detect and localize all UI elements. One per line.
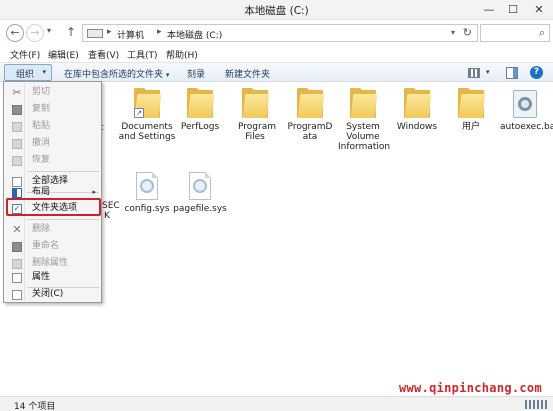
chevron-down-icon: ▾ bbox=[42, 68, 46, 76]
item-label: Program Files bbox=[238, 122, 276, 142]
change-view-icon[interactable] bbox=[468, 68, 480, 78]
menu-file[interactable]: 文件(F) bbox=[10, 48, 40, 61]
title-bar: 本地磁盘 (C:) — ☐ ✕ bbox=[0, 0, 553, 20]
list-item[interactable]: ProgramData bbox=[281, 88, 339, 142]
rename-icon bbox=[12, 242, 22, 252]
partial-item-label: K bbox=[104, 211, 110, 221]
forward-button[interactable]: → bbox=[26, 24, 44, 42]
paste-icon bbox=[12, 122, 22, 132]
scissors-icon: ✂ bbox=[12, 86, 22, 99]
organize-button[interactable]: 组织 ▾ bbox=[4, 64, 52, 81]
list-item[interactable]: autoexec.bat bbox=[496, 88, 553, 132]
folder-icon bbox=[187, 88, 215, 118]
recent-locations-dropdown[interactable]: ▾ bbox=[47, 26, 51, 35]
organize-label: 组织 bbox=[16, 70, 35, 80]
list-item[interactable]: System Volume Information bbox=[334, 88, 392, 152]
menu-item-close[interactable]: 关闭(C) bbox=[5, 286, 101, 303]
remove-properties-icon bbox=[12, 259, 22, 269]
menu-item-cut[interactable]: ✂ 剪切 bbox=[5, 84, 101, 101]
close-window-icon bbox=[12, 290, 22, 300]
properties-icon bbox=[12, 273, 22, 283]
item-label: config.sys bbox=[124, 204, 170, 214]
layout-icon bbox=[12, 188, 22, 198]
breadcrumb-separator[interactable]: ▸ bbox=[157, 27, 162, 37]
search-icon: ⌕ bbox=[538, 26, 545, 39]
folder-options-highlight bbox=[6, 198, 101, 216]
help-icon[interactable]: ? bbox=[530, 66, 543, 79]
menu-help[interactable]: 帮助(H) bbox=[166, 48, 198, 61]
view-toggle-icon[interactable] bbox=[525, 400, 547, 409]
new-folder-button[interactable]: 新建文件夹 bbox=[225, 67, 270, 80]
undo-icon bbox=[12, 139, 22, 149]
redo-icon bbox=[12, 156, 22, 166]
folder-icon bbox=[297, 88, 325, 118]
item-label: Documents and Settings bbox=[118, 122, 176, 142]
system-file-icon bbox=[136, 172, 158, 200]
status-bar: 14 个项目 bbox=[0, 396, 553, 411]
back-button[interactable]: ← bbox=[6, 24, 24, 42]
menu-item-paste[interactable]: 粘贴 bbox=[5, 118, 101, 135]
list-item[interactable]: config.sys bbox=[118, 170, 176, 214]
folder-icon bbox=[458, 88, 486, 118]
up-button[interactable]: ↑ bbox=[66, 25, 76, 39]
folder-icon bbox=[350, 88, 378, 118]
view-dropdown-icon[interactable]: ▾ bbox=[486, 68, 490, 76]
item-label: System Volume Information bbox=[338, 122, 391, 152]
item-label: Windows bbox=[396, 122, 438, 132]
command-bar: 组织 ▾ 在库中包含所选的文件夹 ▾ 刻录 新建文件夹 ▾ ? bbox=[0, 62, 553, 82]
batch-file-icon bbox=[513, 90, 537, 118]
list-item[interactable]: Program Files bbox=[226, 88, 284, 142]
folder-icon bbox=[404, 88, 432, 118]
organize-menu: ✂ 剪切 复制 粘贴 撤消 恢复 全部选择 布局 ▸ ✓ 文件夹选项 ✕ 删除 重命名… bbox=[3, 81, 102, 303]
menu-divider bbox=[27, 219, 99, 220]
list-item[interactable]: pagefile.sys bbox=[171, 170, 229, 214]
folder-shortcut-icon: ↗ bbox=[134, 88, 162, 118]
breadcrumb-separator[interactable]: ▸ bbox=[107, 27, 112, 37]
include-in-library-button[interactable]: 在库中包含所选的文件夹 ▾ bbox=[64, 67, 169, 80]
burn-button[interactable]: 刻录 bbox=[187, 67, 205, 80]
preview-pane-icon[interactable] bbox=[506, 67, 518, 79]
list-item[interactable]: Windows bbox=[388, 88, 446, 132]
refresh-icon[interactable]: ↻ bbox=[463, 26, 472, 39]
include-in-library-label: 在库中包含所选的文件夹 bbox=[64, 70, 164, 80]
window-title: 本地磁盘 (C:) bbox=[244, 5, 309, 17]
item-count: 14 个项目 bbox=[14, 402, 56, 411]
breadcrumb-local-disk[interactable]: 本地磁盘 (C:) bbox=[167, 28, 222, 41]
system-file-icon bbox=[189, 172, 211, 200]
item-label: pagefile.sys bbox=[173, 204, 227, 214]
item-label: PerfLogs bbox=[180, 122, 220, 132]
menu-bar: 文件(F) 编辑(E) 查看(V) 工具(T) 帮助(H) bbox=[0, 46, 553, 62]
address-bar[interactable]: ▸ 计算机 ▸ 本地磁盘 (C:) ▾ ↻ bbox=[82, 24, 478, 42]
list-item[interactable]: PerfLogs bbox=[171, 88, 229, 132]
folder-icon bbox=[242, 88, 270, 118]
menu-tools[interactable]: 工具(T) bbox=[127, 48, 158, 61]
menu-item-rename[interactable]: 重命名 bbox=[5, 238, 101, 255]
menu-item-delete[interactable]: ✕ 删除 bbox=[5, 221, 101, 238]
list-item[interactable]: 用户 bbox=[442, 88, 500, 132]
menu-view[interactable]: 查看(V) bbox=[88, 48, 119, 61]
item-label: autoexec.bat bbox=[500, 122, 553, 132]
list-item[interactable]: ↗ Documents and Settings bbox=[118, 88, 176, 142]
maximize-button[interactable]: ☐ bbox=[501, 0, 525, 20]
breadcrumb-computer[interactable]: 计算机 bbox=[117, 28, 144, 41]
menu-item-copy[interactable]: 复制 bbox=[5, 101, 101, 118]
address-dropdown-icon[interactable]: ▾ bbox=[451, 28, 455, 37]
item-label: ProgramData bbox=[287, 122, 333, 142]
menu-item-redo[interactable]: 恢复 bbox=[5, 152, 101, 169]
menu-edit[interactable]: 编辑(E) bbox=[48, 48, 79, 61]
close-button[interactable]: ✕ bbox=[525, 0, 553, 20]
drive-icon bbox=[87, 29, 103, 38]
address-row: ← → ▾ ↑ ▸ 计算机 ▸ 本地磁盘 (C:) ▾ ↻ ⌕ bbox=[0, 20, 553, 46]
copy-icon bbox=[12, 105, 22, 115]
minimize-button[interactable]: — bbox=[477, 0, 501, 20]
item-label: 用户 bbox=[461, 122, 480, 132]
menu-item-undo[interactable]: 撤消 bbox=[5, 135, 101, 152]
delete-icon: ✕ bbox=[12, 223, 22, 236]
menu-divider bbox=[27, 171, 99, 172]
chevron-down-icon: ▾ bbox=[165, 71, 170, 79]
search-input[interactable]: ⌕ bbox=[480, 24, 550, 42]
menu-item-properties[interactable]: 属性 bbox=[5, 269, 101, 286]
watermark: www.qinpinchang.com bbox=[399, 381, 542, 395]
